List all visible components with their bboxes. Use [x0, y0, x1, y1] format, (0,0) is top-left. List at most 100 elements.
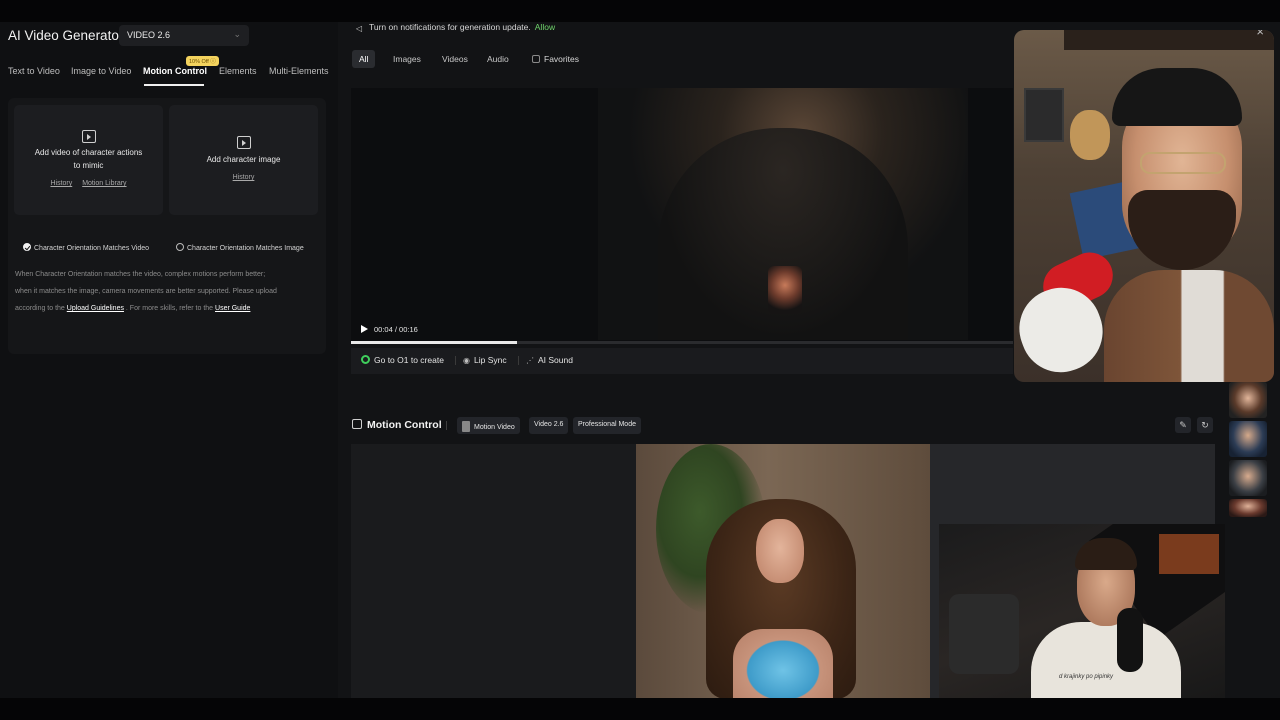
help-middle: . For more skills, refer to the — [125, 305, 214, 312]
webcam-overlay-secondary: d krajinky po pipinky — [939, 524, 1225, 698]
image-history-link[interactable]: History — [233, 174, 255, 181]
lip-sync-label: Lip Sync — [473, 355, 507, 365]
top-bar — [0, 0, 1280, 22]
avatar[interactable] — [1229, 421, 1267, 457]
help-line-3: according to the Upload Guidelines . For… — [15, 300, 325, 317]
allow-notifications-link[interactable]: Allow — [535, 22, 555, 32]
filter-videos[interactable]: Videos — [435, 50, 475, 68]
notification-banner: ◁ Turn on notifications for generation up… — [356, 22, 555, 33]
divider — [446, 421, 447, 430]
shirt-text: d krajinky po pipinky — [1059, 674, 1114, 680]
active-tab-indicator — [144, 84, 204, 86]
playback-progress[interactable] — [351, 341, 1013, 344]
motion-control-icon — [352, 419, 362, 429]
playback-time: 00:04 / 00:16 — [374, 325, 418, 334]
filter-images[interactable]: Images — [386, 50, 428, 68]
tab-multi-elements[interactable]: Multi-Elements — [269, 66, 329, 76]
help-line-1: When Character Orientation matches the v… — [15, 271, 266, 278]
model-select-value: VIDEO 2.6 — [127, 30, 171, 40]
wall-mask — [1070, 110, 1110, 160]
streamer-jacket — [1104, 270, 1274, 382]
image-card-links: History — [169, 174, 318, 181]
tag-motion-video-label: Motion Video — [474, 424, 515, 431]
tab-motion-control[interactable]: Motion Control — [143, 66, 207, 76]
tab-elements[interactable]: Elements — [219, 66, 257, 76]
model-select[interactable]: VIDEO 2.6 ⌄ — [119, 25, 249, 46]
tag-mode: Professional Mode — [573, 417, 641, 434]
video-upload-icon — [81, 130, 96, 143]
image-card-title: Add character image — [206, 155, 281, 164]
microphone — [1117, 608, 1143, 672]
ai-sound-label: AI Sound — [538, 355, 573, 365]
streamer-cap — [1112, 68, 1242, 126]
video-actions-bar: Go to O1 to create ◉ Lip Sync ⋰ AI Sound — [351, 348, 1013, 374]
video-player[interactable]: 00:04 / 00:16 — [351, 88, 1013, 344]
go-to-o1-button[interactable]: Go to O1 to create — [361, 355, 444, 365]
filter-all[interactable]: All — [352, 50, 376, 68]
tab-image-to-video[interactable]: Image to Video — [71, 66, 131, 76]
refresh-icon[interactable]: ↻ — [1197, 417, 1213, 433]
streamer-glasses — [1140, 152, 1226, 174]
motion-control-title: Motion Control — [367, 419, 442, 431]
eye-icon: ◉ — [463, 356, 470, 365]
shirt-print — [768, 266, 802, 314]
video-frame — [598, 88, 968, 340]
divider — [518, 356, 519, 365]
lip-sync-button[interactable]: ◉ Lip Sync — [455, 355, 507, 365]
image-upload-icon — [236, 136, 251, 149]
filter-audio[interactable]: Audio — [480, 50, 516, 68]
radio-checked-icon — [23, 243, 31, 251]
favorites-checkbox[interactable]: Favorites — [532, 50, 579, 64]
sound-wave-icon: ⋰ — [526, 356, 534, 365]
video-card-title-line2: to mimic — [73, 161, 104, 170]
avatar[interactable] — [1229, 499, 1267, 517]
help-line-2: when it matches the image, camera moveme… — [15, 288, 277, 295]
notification-text: Turn on notifications for generation upd… — [369, 22, 531, 32]
video-history-link[interactable]: History — [50, 180, 72, 187]
chevron-down-icon: ⌄ — [233, 29, 241, 39]
audio-gear — [949, 594, 1019, 674]
radio-unchecked-icon — [176, 243, 184, 251]
webcam-overlay-main: × — [1014, 30, 1274, 382]
orientation-image-option[interactable]: Character Orientation Matches Image — [176, 243, 304, 252]
orientation-video-label: Character Orientation Matches Video — [34, 245, 150, 252]
upload-panel: Add video of character actions to mimic … — [8, 98, 326, 354]
orientation-video-option[interactable]: Character Orientation Matches Video — [23, 243, 149, 252]
go-to-o1-label: Go to O1 to create — [374, 355, 444, 365]
edit-icon[interactable]: ✎ — [1175, 417, 1191, 433]
promo-badge: 10% Off ⓘ — [186, 56, 219, 66]
tag-motion-video: Motion Video — [457, 417, 520, 434]
avatar[interactable] — [1229, 382, 1267, 418]
ai-sound-button[interactable]: ⋰ AI Sound — [518, 355, 573, 365]
lit-shelf — [1159, 534, 1219, 574]
tag-version: Video 2.6 — [529, 417, 569, 434]
user-guide-link[interactable]: User Guide — [215, 305, 250, 312]
left-panel: AI Video Generator VIDEO 2.6 ⌄ 10% Off ⓘ… — [0, 22, 338, 698]
video-upload-card[interactable]: Add video of character actions to mimic … — [14, 105, 163, 215]
video-left-pad — [351, 444, 636, 698]
streamer-shirt — [1031, 622, 1181, 698]
close-icon[interactable]: × — [1256, 30, 1264, 39]
progress-fill — [351, 341, 517, 344]
help-prefix: according to the — [15, 305, 65, 312]
streamer-beard — [1128, 190, 1236, 270]
image-upload-card[interactable]: Add character image History — [169, 105, 318, 215]
motion-video-frame — [636, 444, 930, 698]
motion-video-thumbnail — [462, 421, 470, 432]
tab-text-to-video[interactable]: Text to Video — [8, 66, 60, 76]
upload-guidelines-link[interactable]: Upload Guidelines — [67, 305, 124, 312]
play-icon[interactable] — [361, 325, 368, 333]
playback-controls: 00:04 / 00:16 — [361, 325, 418, 334]
checkbox-icon — [532, 55, 540, 63]
speaker-icon: ◁ — [356, 24, 363, 33]
avatar[interactable] — [1229, 460, 1267, 496]
mode-tabs: Text to Video Image to Video Motion Cont… — [0, 66, 338, 88]
character-avatars — [1229, 382, 1267, 520]
bottom-bar — [0, 698, 1280, 720]
divider — [455, 356, 456, 365]
motion-library-link[interactable]: Motion Library — [82, 180, 126, 187]
subject-face — [756, 519, 804, 583]
app-title: AI Video Generator — [8, 28, 124, 43]
video-card-links: History Motion Library — [14, 180, 163, 187]
subject-body — [733, 629, 833, 698]
